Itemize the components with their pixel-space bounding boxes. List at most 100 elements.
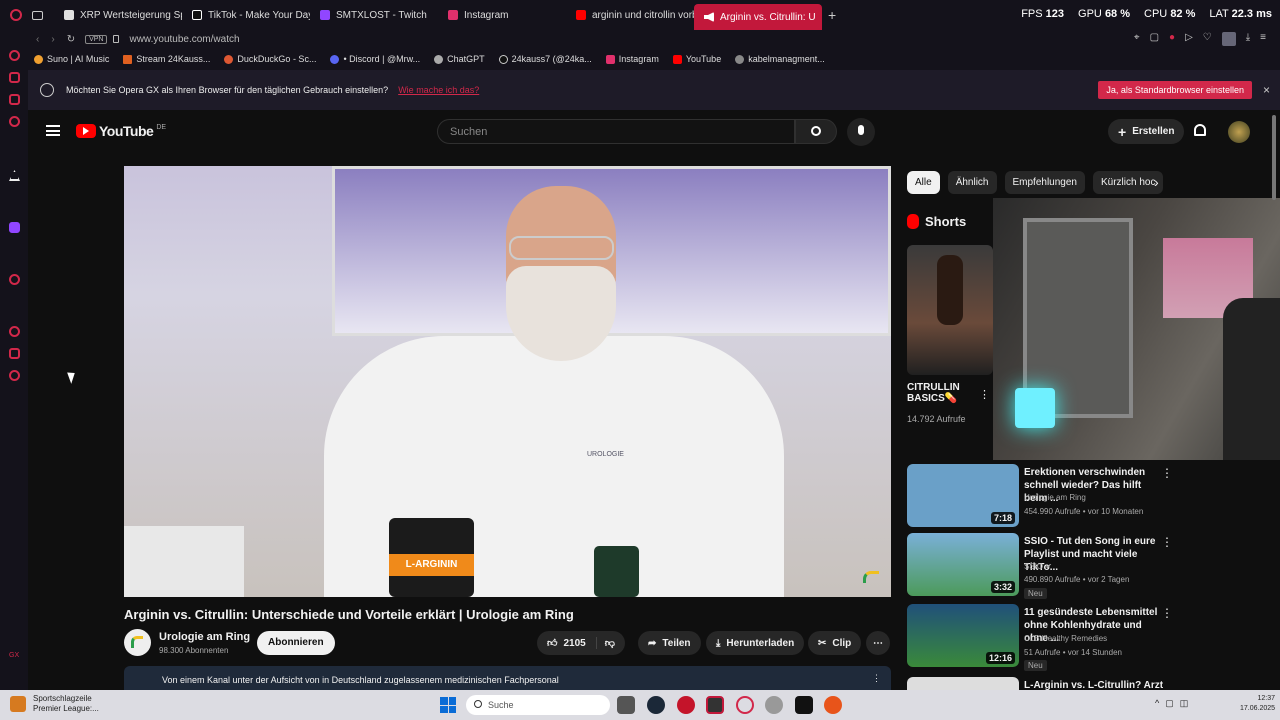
- sidebar-extensions-icon[interactable]: [9, 348, 20, 359]
- related-meta: 51 Aufrufe • vor 14 Stunden: [1024, 648, 1122, 657]
- url-field[interactable]: www.youtube.com/watch: [129, 34, 239, 45]
- bookmark-kabel[interactable]: kabelmanagment...: [735, 54, 825, 64]
- chip-empfehlungen[interactable]: Empfehlungen: [1004, 171, 1085, 194]
- app-gear-icon[interactable]: [765, 696, 783, 714]
- bookmark-instagram[interactable]: Instagram: [605, 54, 659, 64]
- dislike-button[interactable]: 👎︎: [603, 637, 625, 649]
- sidebar-player-icon[interactable]: [9, 94, 20, 105]
- windows-start-icon[interactable]: [440, 697, 456, 713]
- related-video-3[interactable]: 12:16 11 gesündeste Lebensmittel ohne Ko…: [907, 604, 1177, 671]
- related-more-icon[interactable]: ⋮: [1161, 535, 1173, 549]
- sidebar-app-icon[interactable]: [9, 170, 20, 181]
- new-tab-plus-icon[interactable]: +: [822, 7, 836, 23]
- shield-icon[interactable]: ●: [1169, 32, 1175, 46]
- bookmark-chatgpt[interactable]: ChatGPT: [434, 54, 485, 64]
- related-more-icon[interactable]: ⋮: [1161, 606, 1173, 620]
- short-title[interactable]: CITRULLIN BASICS💊: [907, 382, 977, 404]
- bookmark-tiktok[interactable]: 24kauss7 (@24ka...: [498, 54, 592, 64]
- fps-value: 123: [1045, 8, 1065, 20]
- tab-twitch[interactable]: SMTXLOST - Twitch: [310, 0, 438, 30]
- tab-xrp[interactable]: XRP Wertsteigerung Spe: [54, 0, 182, 30]
- search-button[interactable]: [795, 119, 837, 144]
- news-widget-icon[interactable]: [10, 696, 26, 712]
- hamburger-menu-icon[interactable]: [46, 125, 60, 136]
- sidebar-twitch-icon[interactable]: [9, 222, 20, 233]
- tab-youtube-search[interactable]: arginin und citrollin vorbe: [566, 0, 694, 30]
- video-player[interactable]: L-ARGININ UROLOGIE: [124, 166, 891, 597]
- channel-watermark-icon[interactable]: [863, 571, 879, 583]
- screenshot-icon[interactable]: ▢: [1150, 32, 1159, 46]
- related-video-4[interactable]: L-Arginin vs. L-Citrullin? Arzt: [907, 677, 1177, 690]
- bookmark-suno[interactable]: Suno | AI Music: [34, 54, 109, 64]
- plus-icon: +: [1118, 123, 1127, 140]
- download-button[interactable]: ⤓ Herunterladen: [706, 631, 805, 655]
- more-actions-button[interactable]: ⋯: [866, 631, 890, 655]
- page-scrollbar[interactable]: [1272, 115, 1276, 200]
- sidebar-messenger-icon[interactable]: [9, 116, 20, 127]
- snapshot-icon[interactable]: ⌖: [1134, 32, 1140, 46]
- clip-button[interactable]: ✂ Clip: [808, 631, 862, 655]
- bookmark-youtube[interactable]: YouTube: [672, 54, 721, 64]
- notifications-bell-icon[interactable]: [1194, 124, 1206, 136]
- steam-icon[interactable]: [647, 696, 665, 714]
- related-video-2[interactable]: 3:32 SSIO - Tut den Song in eure Playlis…: [907, 533, 1177, 599]
- account-avatar[interactable]: [1228, 121, 1250, 143]
- heart-icon[interactable]: ♡: [1203, 32, 1212, 46]
- notice-more-icon[interactable]: ⋮: [872, 673, 881, 684]
- gpu-value: 68 %: [1104, 8, 1131, 20]
- download-icon[interactable]: ⤓: [1246, 32, 1250, 46]
- share-button[interactable]: ➦ Teilen: [638, 631, 701, 655]
- profile-avatar[interactable]: [1221, 32, 1236, 46]
- channel-avatar[interactable]: [124, 629, 151, 656]
- app-red-icon[interactable]: [677, 696, 695, 714]
- sidebar-history-icon[interactable]: [9, 326, 20, 337]
- tab-instagram[interactable]: Instagram: [438, 0, 566, 30]
- tiktok-icon: [498, 54, 508, 64]
- banner-close-icon[interactable]: ×: [1263, 83, 1270, 97]
- app-orange-icon[interactable]: [824, 696, 842, 714]
- short-more-icon[interactable]: ⋮: [979, 388, 990, 401]
- taskbar-search[interactable]: Suche: [466, 695, 610, 715]
- news-widget[interactable]: Sportschlagzeile Premier League:...: [33, 694, 99, 714]
- related-video-1[interactable]: 7:18 Erektionen verschwinden schnell wie…: [907, 464, 1177, 528]
- app-bf-icon[interactable]: [795, 696, 813, 714]
- sidebar-gx-corner-icon[interactable]: [9, 72, 20, 83]
- reload-icon[interactable]: ↻: [67, 34, 75, 45]
- chip-alle[interactable]: Alle: [907, 171, 940, 194]
- vpn-badge[interactable]: VPN: [85, 34, 108, 44]
- tab-tiktok[interactable]: TikTok - Make Your Day: [182, 0, 310, 30]
- sidebar-gx-icon[interactable]: GX: [9, 652, 19, 659]
- play-icon[interactable]: ▷: [1185, 32, 1193, 46]
- app-active-icon[interactable]: [706, 696, 724, 714]
- create-button[interactable]: + Erstellen: [1108, 119, 1185, 144]
- back-icon[interactable]: ‹: [36, 34, 39, 45]
- tab-overview-icon[interactable]: [32, 0, 54, 30]
- opera-gx-taskbar-icon[interactable]: [736, 696, 754, 714]
- like-button[interactable]: 👍︎ 2105: [547, 637, 597, 649]
- tab-active-video[interactable]: Arginin vs. Citrullin: U: [694, 4, 822, 30]
- sidebar-settings-icon[interactable]: [9, 370, 20, 381]
- youtube-logo[interactable]: YouTube DE: [76, 123, 166, 139]
- chips-next-chevron-icon[interactable]: ›: [1154, 174, 1159, 190]
- opera-logo-icon[interactable]: [0, 0, 32, 30]
- taskbar-clock[interactable]: 12:37 17.06.2025: [1240, 694, 1275, 714]
- channel-name[interactable]: Urologie am Ring: [159, 631, 250, 643]
- system-tray-icons[interactable]: ^▢◫: [1155, 698, 1194, 709]
- voice-search-button[interactable]: [847, 118, 875, 146]
- bookmark-discord[interactable]: • Discord | @Mrw...: [330, 54, 420, 64]
- related-more-icon[interactable]: ⋮: [1161, 466, 1173, 480]
- bookmark-stream[interactable]: Stream 24Kauss...: [123, 54, 210, 64]
- bookmark-duckduckgo[interactable]: DuckDuckGo - Sc...: [224, 54, 316, 64]
- sidebar-player-play-icon[interactable]: [9, 274, 20, 285]
- sidebar-gx-control-icon[interactable]: [9, 50, 20, 61]
- set-default-button[interactable]: Ja, als Standardbrowser einstellen: [1098, 81, 1252, 99]
- search-input[interactable]: Suchen: [437, 119, 795, 144]
- menu-icon[interactable]: ≡: [1260, 32, 1266, 46]
- subscribe-button[interactable]: Abonnieren: [257, 631, 335, 655]
- forward-icon[interactable]: ›: [51, 34, 54, 45]
- short-thumbnail[interactable]: [907, 245, 993, 375]
- chip-kuerzlich[interactable]: Kürzlich hoc: [1093, 171, 1164, 194]
- chip-aehnlich[interactable]: Ähnlich: [947, 171, 997, 194]
- taskview-icon[interactable]: [617, 696, 635, 714]
- banner-help-link[interactable]: Wie mache ich das?: [398, 85, 479, 95]
